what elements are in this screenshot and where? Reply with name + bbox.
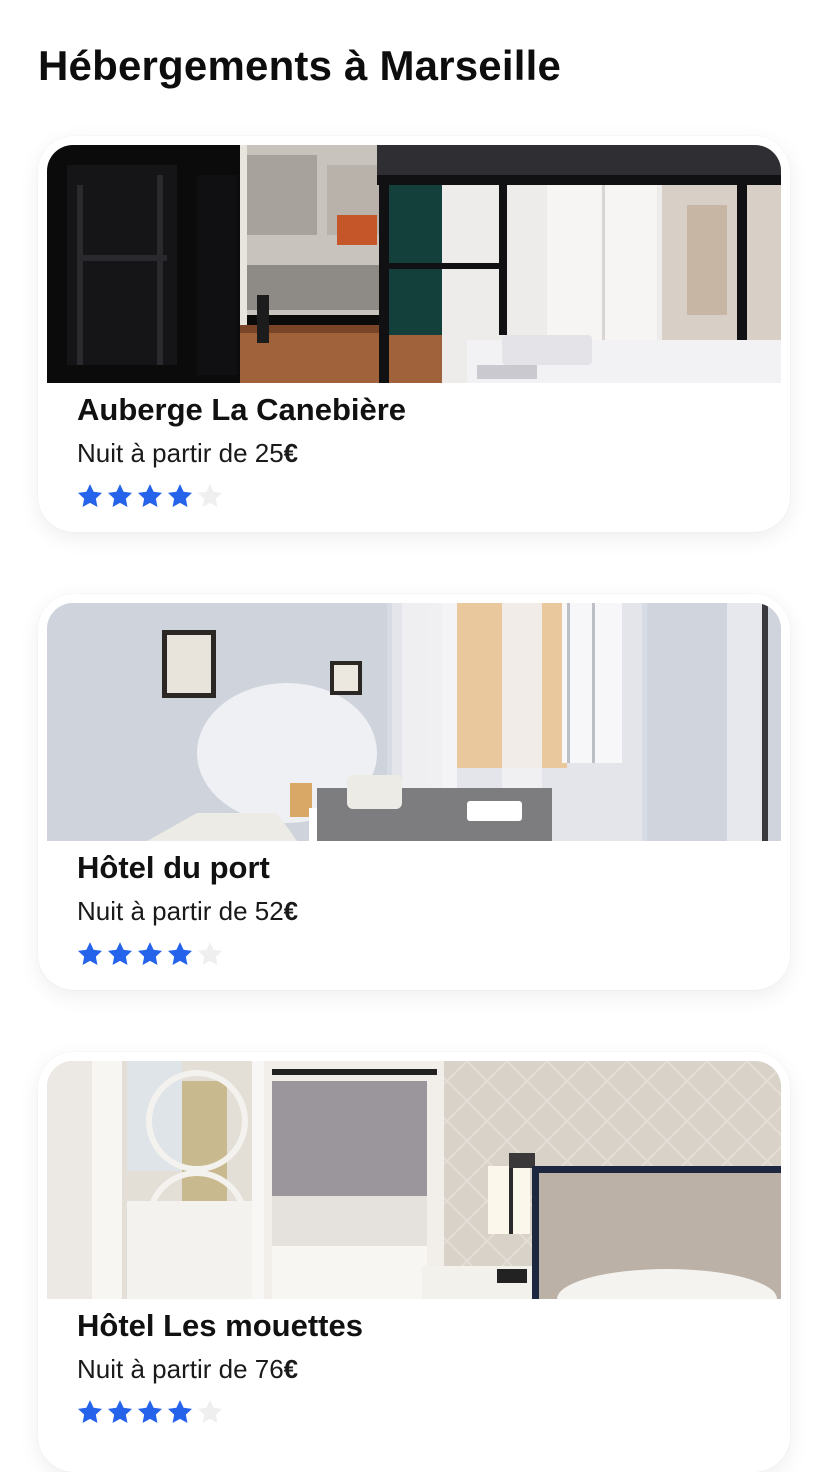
star-empty-icon [197,942,223,965]
listing-card-hotel-du-port[interactable]: Hôtel du port Nuit à partir de 52€ [38,594,790,990]
currency-symbol: € [283,896,299,926]
star-filled-icon [77,942,103,965]
star-filled-icon [167,484,193,507]
star-filled-icon [137,942,163,965]
currency-symbol: € [283,438,299,468]
currency-symbol: € [283,1354,299,1384]
star-empty-icon [197,484,223,507]
price-text: Nuit à partir de 76 [77,1354,284,1384]
star-filled-icon [107,1400,133,1423]
star-filled-icon [137,484,163,507]
listing-price: Nuit à partir de 25€ [77,438,298,469]
star-filled-icon [167,1400,193,1423]
star-filled-icon [107,942,133,965]
star-filled-icon [77,1400,103,1423]
listing-card-hotel-les-mouettes[interactable]: Hôtel Les mouettes Nuit à partir de 76€ [38,1052,790,1472]
rating-stars [76,1398,224,1428]
listing-card-auberge-la-canebiere[interactable]: Auberge La Canebière Nuit à partir de 25… [38,136,790,532]
star-empty-icon [197,1400,223,1423]
listing-price: Nuit à partir de 52€ [77,896,298,927]
star-filled-icon [77,484,103,507]
star-filled-icon [167,942,193,965]
page-title: Hébergements à Marseille [38,42,562,89]
rating-stars [76,940,224,970]
star-filled-icon [137,1400,163,1423]
hotel-room-twin-beds-photo [47,603,781,841]
listing-name: Auberge La Canebière [77,392,407,427]
hotel-room-bed-lamp-photo [47,1061,781,1299]
listing-name: Hôtel Les mouettes [77,1308,363,1343]
hostel-dorm-photo [47,145,781,383]
price-text: Nuit à partir de 52 [77,896,284,926]
star-filled-icon [107,484,133,507]
price-text: Nuit à partir de 25 [77,438,284,468]
listing-name: Hôtel du port [77,850,270,885]
rating-stars [76,482,224,512]
listing-price: Nuit à partir de 76€ [77,1354,298,1385]
